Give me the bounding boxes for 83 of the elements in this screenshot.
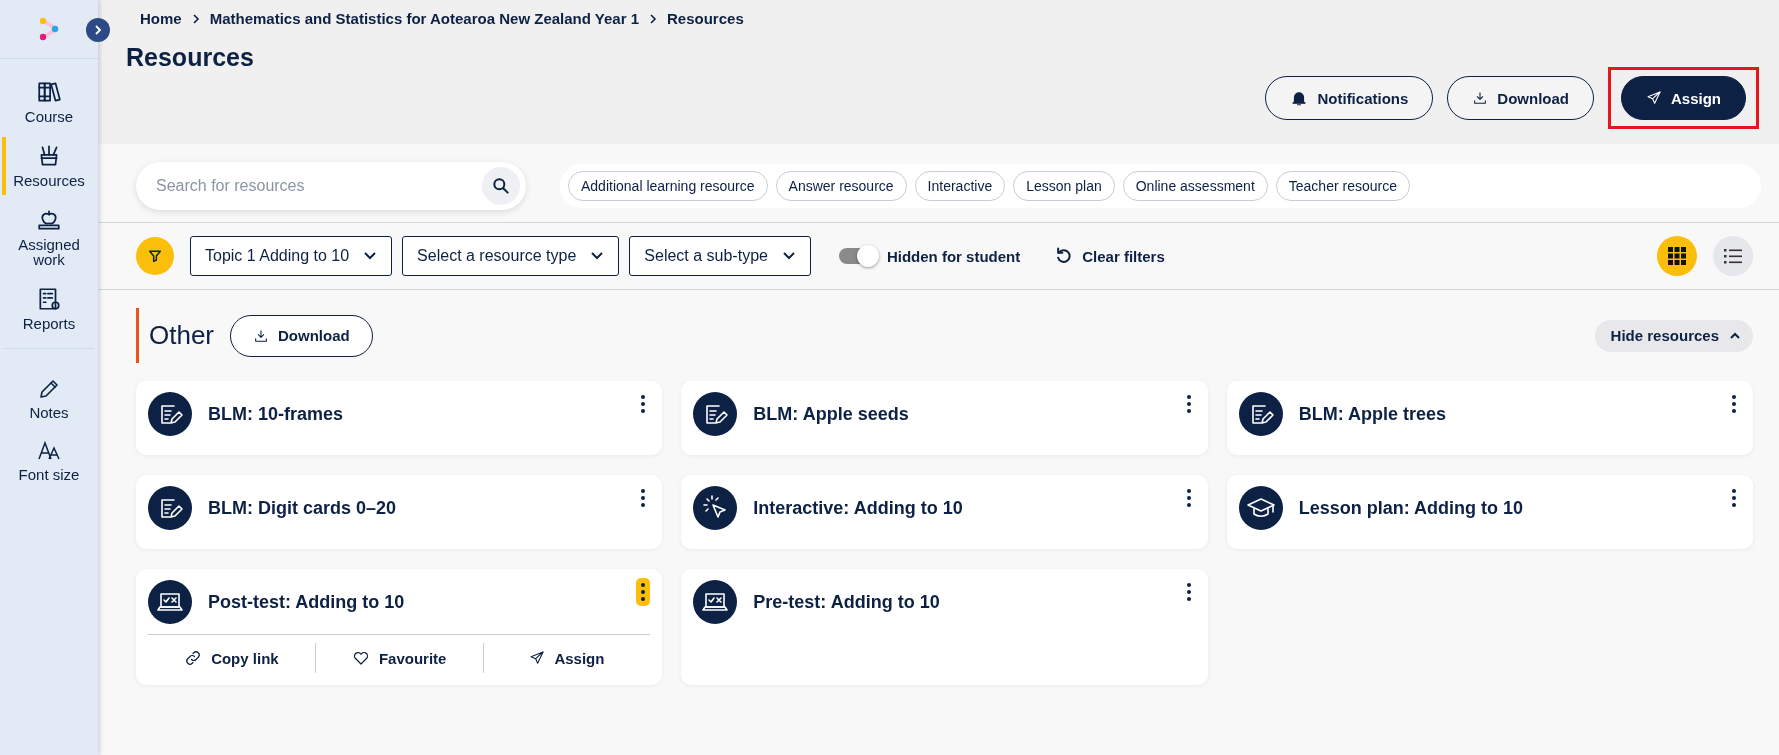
filter-button[interactable] [136,237,174,275]
breadcrumb-link[interactable]: Mathematics and Statistics for Aotearoa New Zealand Year 1 [209,10,639,27]
toggle-switch[interactable] [838,248,877,264]
section-title: Other [136,308,215,363]
caret-icon [1729,331,1741,340]
grid-icon [1668,247,1686,265]
resource-card[interactable]: Interactive: Adding to 10 [681,475,1208,549]
sidebar-tool[interactable]: Font size [0,432,98,489]
resource-title: Post-test: Adding to 10 [208,591,406,613]
resource-title: Lesson plan: Adding to 10 [1298,497,1524,519]
chevron-down-icon [590,251,605,261]
list-view-button[interactable] [1713,236,1753,276]
document-edit-icon [693,392,738,436]
dropdown[interactable]: Select a resource type [402,236,620,276]
laptop-check-icon [693,580,738,624]
list-icon [1724,248,1742,264]
resource-card[interactable]: Post-test: Adding to 10 Copy link Favourite Assign [136,569,663,685]
search-icon [491,176,511,196]
dropdown[interactable]: Topic 1 Adding to 10 [190,236,393,276]
resource-card[interactable]: BLM: Apple trees [1226,381,1753,455]
breadcrumb-link[interactable]: Home [140,10,182,27]
page-title: Resources [126,43,255,72]
chevron-right-icon [93,24,103,36]
resource-card[interactable]: Pre-test: Adding to 10 [681,569,1208,685]
more-options-button[interactable] [636,578,651,606]
download-icon [1472,90,1489,106]
heart-icon [351,649,370,667]
sidebar-item[interactable]: Reports [0,280,98,338]
toggle-label: Hidden for student [886,247,1021,265]
document-edit-icon [148,392,192,436]
hide-resources-button[interactable]: Hide resources [1594,319,1753,352]
document-edit-icon [148,486,192,530]
search-button[interactable] [482,167,520,205]
laptop-check-icon [148,580,192,624]
dropdown[interactable]: Select a sub-type [629,236,811,276]
send-icon [1646,90,1662,106]
resource-card[interactable]: BLM: Apple seeds [681,381,1208,455]
download-button[interactable]: Download [230,314,373,357]
filter-chip[interactable]: Answer resource [775,171,907,201]
expand-sidebar-button[interactable] [86,18,110,42]
grid-view-button[interactable] [1657,236,1697,276]
clear-filters-button[interactable]: Clear filters [1048,245,1171,267]
sidebar-tool[interactable]: Notes [0,370,98,427]
filter-chip[interactable]: Lesson plan [1013,171,1115,201]
filter-chip[interactable]: Additional learning resource [568,171,768,201]
header-button[interactable]: Notifications [1265,76,1434,120]
filter-chip[interactable]: Interactive [914,171,1006,201]
filter-chip[interactable]: Online assessment [1122,171,1268,201]
chevron-right-icon [649,12,657,25]
sidebar-item[interactable]: Assigned work [0,200,98,274]
send-icon [529,650,546,666]
sidebar-item[interactable]: Resources [0,136,98,195]
filter-icon [147,248,163,264]
filter-chip[interactable]: Teacher resource [1275,171,1410,201]
cursor-click-icon [693,486,738,530]
graduation-cap-icon [1238,486,1283,530]
bell-icon [1290,89,1309,107]
resource-title: BLM: 10-frames [208,403,345,425]
resource-title: BLM: Apple seeds [753,403,910,425]
card-action[interactable]: Favourite [314,643,483,673]
header-button[interactable]: Assign [1621,76,1746,120]
resource-title: BLM: Digit cards 0–20 [208,497,398,519]
header-button[interactable]: Download [1447,76,1594,120]
download-icon [253,327,270,344]
resource-title: Pre-test: Adding to 10 [753,591,941,613]
sidebar-item[interactable]: Course [0,73,98,131]
resource-card[interactable]: BLM: Digit cards 0–20 [136,475,663,549]
search-field[interactable]: Search for resources [136,162,526,210]
logo-icon [38,17,60,41]
resource-card[interactable]: Lesson plan: Adding to 10 [1226,475,1753,549]
card-action[interactable]: Copy link [148,643,315,673]
document-edit-icon [1238,392,1283,436]
resource-title: BLM: Apple trees [1298,403,1447,425]
resource-card[interactable]: BLM: 10-frames [136,381,663,455]
report-icon [36,286,62,312]
books-icon [36,79,62,105]
link-icon [184,649,203,667]
chevron-down-icon [781,251,796,261]
card-action[interactable]: Assign [482,643,651,673]
search-input[interactable]: Search for resources [154,176,482,196]
chevron-right-icon [191,12,200,25]
resource-title: Interactive: Adding to 10 [753,497,964,519]
chevron-down-icon [363,251,378,261]
